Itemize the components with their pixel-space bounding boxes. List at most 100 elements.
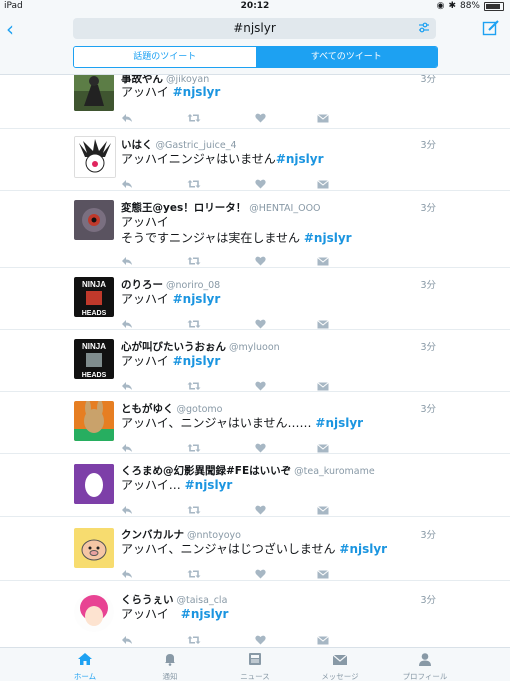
tweet-header: 変態王@yes！ロリータ！ @HENTAI_OOO	[121, 200, 321, 215]
tweet-body: アッハイ	[121, 215, 169, 229]
avatar[interactable]	[74, 464, 114, 504]
display-name[interactable]: 心が叫びたいうおぉん	[121, 341, 226, 353]
segment-all-tweets[interactable]: すべてのツイート	[255, 47, 437, 67]
tweet-header: ともがゆく @gotomo	[121, 401, 222, 416]
hashtag-link[interactable]: #njslyr	[339, 542, 387, 556]
direct-message-icon[interactable]	[317, 108, 329, 127]
tab-news-label: ニュース	[240, 672, 270, 681]
timestamp: 3分	[420, 140, 436, 151]
tab-profile[interactable]: プロフィール	[385, 651, 465, 682]
retweet-icon[interactable]	[187, 108, 201, 127]
tweet-item[interactable]: くろまめ@幻影異聞録#FEはいいぞ @tea_kuromame アッハイ… #nj…	[0, 453, 510, 517]
user-handle[interactable]: @taisa_cla	[177, 595, 228, 606]
tweet-body: アッハイ	[121, 292, 169, 306]
timestamp: 3分	[420, 530, 436, 541]
avatar[interactable]	[74, 401, 114, 441]
filter-sliders-icon[interactable]	[418, 22, 430, 34]
tweet-body: アッハイ	[121, 85, 169, 99]
tweet-item[interactable]: 変態王@yes！ロリータ！ @HENTAI_OOO 3分 アッハイ そうですニンジ…	[0, 190, 510, 268]
tweet-item[interactable]: ともがゆく @gotomo 3分 アッハイ、ニンジャはいません…… #njslyr	[0, 391, 510, 454]
tweet-actions	[121, 108, 329, 123]
lock-rotation-icon: ◉	[436, 1, 445, 11]
tweet-item[interactable]: 事故やん @jikoyan 3分 アッハイ #njslyr	[0, 75, 510, 129]
user-handle[interactable]: @HENTAI_OOO	[249, 203, 320, 214]
tweet-actions	[121, 438, 329, 453]
segment-bar: 話題のツイート すべてのツイート	[0, 44, 510, 75]
hashtag-link[interactable]: #njslyr	[276, 152, 324, 166]
tweet-header: 心が叫びたいうおぉん @myluoon	[121, 339, 280, 354]
hashtag-link[interactable]: #njslyr	[173, 85, 221, 99]
tab-profile-label: プロフィール	[402, 672, 448, 681]
tab-home[interactable]: ホーム	[45, 651, 125, 682]
user-handle[interactable]: @noriro_08	[166, 280, 220, 291]
tab-notifications-label: 通知	[162, 672, 178, 681]
direct-message-icon[interactable]	[317, 630, 329, 647]
avatar[interactable]: NINJA HEADS	[74, 277, 114, 317]
avatar[interactable]	[74, 592, 114, 632]
display-name[interactable]: くろまめ@幻影異聞録#FEはいいぞ	[121, 465, 291, 477]
display-name[interactable]: 変態王@yes！ロリータ！	[121, 202, 246, 214]
tab-messages[interactable]: メッセージ	[300, 651, 380, 682]
tweet-body: アッハイ…	[121, 478, 181, 492]
tab-messages-label: メッセージ	[321, 672, 359, 681]
search-field[interactable]: #njslyr	[73, 18, 436, 39]
user-handle[interactable]: @gotomo	[177, 404, 223, 415]
tweet-body: アッハイ、ニンジャはいません……	[121, 416, 312, 430]
bell-icon	[165, 654, 175, 666]
tweet-item[interactable]: いはく @Gastric_juice_4 3分 アッハイニンジャはいません#njs…	[0, 128, 510, 191]
ninja-heads-label-bottom: HEADS	[82, 310, 107, 317]
display-name[interactable]: のりろー	[121, 279, 163, 291]
tab-news[interactable]: ニュース	[215, 651, 295, 682]
tweet-actions	[121, 314, 329, 329]
tweet-header: クンバカルナ @nntoyoyo	[121, 527, 241, 542]
tweet-body: アッハイ、ニンジャはじつざいしません	[121, 542, 336, 556]
back-chevron-icon[interactable]: ‹	[6, 17, 14, 41]
search-query: #njslyr	[233, 21, 276, 35]
display-name[interactable]: クンバカルナ	[121, 529, 184, 541]
tweet-header: のりろー @noriro_08	[121, 277, 220, 292]
timestamp: 3分	[420, 342, 436, 353]
tweet-item[interactable]: NINJA HEADS のりろー @noriro_08 3分 アッハイ #njsly…	[0, 267, 510, 330]
tweet-item[interactable]: NINJA HEADS 心が叫びたいうおぉん @myluoon 3分 アッハイ #n…	[0, 329, 510, 392]
hashtag-link[interactable]: #njslyr	[173, 354, 221, 368]
tab-notifications[interactable]: 通知	[130, 651, 210, 682]
user-handle[interactable]: @tea_kuromame	[294, 466, 375, 477]
tweet-body: そうですニンジャは実在しません	[121, 231, 301, 245]
tweet-actions	[121, 251, 329, 266]
segment-top-tweets[interactable]: 話題のツイート	[74, 47, 256, 67]
display-name[interactable]: いはく	[121, 139, 153, 151]
reply-icon[interactable]	[121, 630, 133, 647]
avatar[interactable]	[74, 528, 114, 568]
hashtag-link[interactable]: #njslyr	[185, 478, 233, 492]
tweet-actions	[121, 500, 329, 515]
hashtag-link[interactable]: #njslyr	[315, 416, 363, 430]
tweet-item[interactable]: くらうぇい @taisa_cla 3分 アッハイ #njslyr	[0, 580, 510, 647]
bluetooth-icon: ✱	[448, 1, 456, 11]
tweet-item[interactable]: クンバカルナ @nntoyoyo 3分 アッハイ、ニンジャはじつざいしません #n…	[0, 516, 510, 581]
avatar[interactable]	[74, 136, 116, 178]
tweet-text: アッハイ #njslyr	[121, 291, 220, 308]
hashtag-link[interactable]: #njslyr	[304, 231, 352, 245]
heart-icon[interactable]	[255, 108, 266, 127]
display-name[interactable]: ともがゆく	[121, 403, 174, 415]
tab-home-label: ホーム	[73, 672, 97, 681]
reply-icon[interactable]	[121, 108, 133, 127]
hashtag-link[interactable]: #njslyr	[173, 292, 221, 306]
avatar[interactable]: NINJA HEADS	[74, 339, 114, 379]
tweet-text: アッハイ、ニンジャはいません…… #njslyr	[121, 415, 363, 432]
tweet-text: アッハイ #njslyr	[121, 606, 228, 623]
user-handle[interactable]: @nntoyoyo	[187, 530, 241, 541]
hashtag-link[interactable]: #njslyr	[181, 607, 229, 621]
avatar[interactable]	[74, 75, 114, 111]
status-right: ◉ ✱ 88%	[437, 1, 504, 11]
user-handle[interactable]: @Gastric_juice_4	[156, 140, 237, 151]
user-handle[interactable]: @myluoon	[229, 342, 280, 353]
tweet-header: いはく @Gastric_juice_4	[121, 137, 237, 152]
tweet-text: アッハイ #njslyr	[121, 353, 220, 370]
heart-icon[interactable]	[255, 630, 266, 647]
display-name[interactable]: くらうぇい	[121, 594, 174, 606]
retweet-icon[interactable]	[187, 630, 201, 647]
timeline[interactable]: 事故やん @jikoyan 3分 アッハイ #njslyr いはく @Gastric…	[0, 75, 510, 647]
avatar[interactable]	[74, 200, 114, 240]
compose-tweet-icon[interactable]	[482, 19, 500, 37]
